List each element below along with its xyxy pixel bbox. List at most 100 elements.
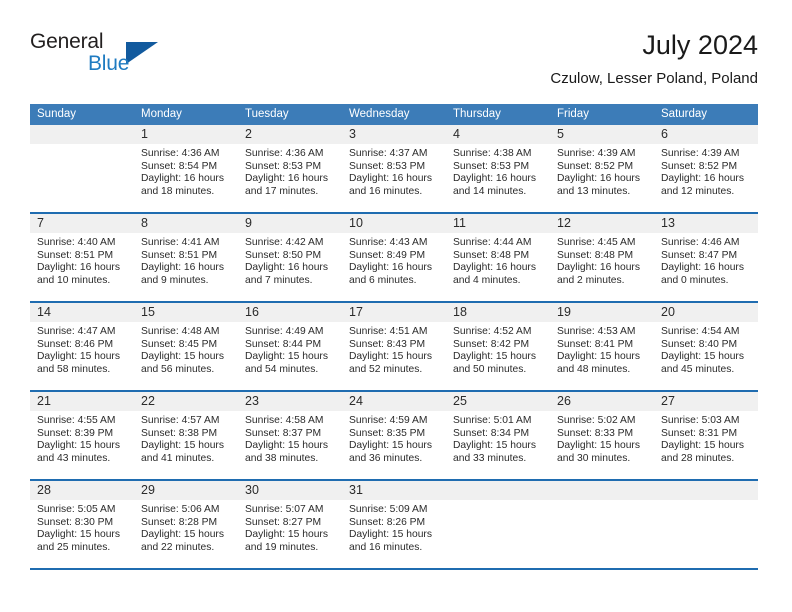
day-cell-12[interactable]: 12 Sunrise: 4:45 AM Sunset: 8:48 PM Dayligh… [550, 214, 654, 301]
day-number-band: 23 [238, 392, 342, 411]
day-details: Sunrise: 4:41 AM Sunset: 8:51 PM Daylight:… [134, 233, 238, 287]
day-number-band: 16 [238, 303, 342, 322]
day-number: 14 [37, 305, 51, 319]
day-number-band: 13 [654, 214, 758, 233]
day-cell-8[interactable]: 8 Sunrise: 4:41 AM Sunset: 8:51 PM Daylight… [134, 214, 238, 301]
day-number-band: 1 [134, 125, 238, 144]
day-cell-18[interactable]: 18 Sunrise: 4:52 AM Sunset: 8:42 PM Dayligh… [446, 303, 550, 390]
day-details: Sunrise: 4:52 AM Sunset: 8:42 PM Daylight:… [446, 322, 550, 376]
day-detail-line: Sunset: 8:30 PM [37, 516, 114, 528]
day-cell-9[interactable]: 9 Sunrise: 4:42 AM Sunset: 8:50 PM Daylight… [238, 214, 342, 301]
day-cell-20[interactable]: 20 Sunrise: 4:54 AM Sunset: 8:40 PM Dayligh… [654, 303, 758, 390]
day-detail-line: Daylight: 15 hours [557, 440, 640, 452]
day-detail-line: Daylight: 15 hours [141, 351, 224, 363]
day-detail-line: and 38 minutes. [245, 452, 319, 464]
day-detail-line: Daylight: 15 hours [349, 440, 432, 452]
day-number: 1 [141, 127, 148, 141]
day-detail-line: Daylight: 15 hours [453, 351, 536, 363]
day-number: 9 [245, 216, 252, 230]
day-number: 20 [661, 305, 675, 319]
week-row: 1 Sunrise: 4:36 AM Sunset: 8:54 PM Daylight… [30, 125, 758, 214]
day-cell-23[interactable]: 23 Sunrise: 4:58 AM Sunset: 8:37 PM Dayligh… [238, 392, 342, 479]
day-detail-line: Sunrise: 4:40 AM [37, 237, 116, 248]
day-cell-27[interactable]: 27 Sunrise: 5:03 AM Sunset: 8:31 PM Dayligh… [654, 392, 758, 479]
day-cell-5[interactable]: 5 Sunrise: 4:39 AM Sunset: 8:52 PM Daylight… [550, 125, 654, 212]
day-cell-13[interactable]: 13 Sunrise: 4:46 AM Sunset: 8:47 PM Dayligh… [654, 214, 758, 301]
day-cell-3[interactable]: 3 Sunrise: 4:37 AM Sunset: 8:53 PM Daylight… [342, 125, 446, 212]
day-detail-line: Sunrise: 4:42 AM [245, 237, 324, 248]
day-detail-line: and 33 minutes. [453, 452, 527, 464]
day-cell-16[interactable]: 16 Sunrise: 4:49 AM Sunset: 8:44 PM Dayligh… [238, 303, 342, 390]
day-number-band [446, 481, 550, 500]
weekday-header-thursday: Thursday [453, 108, 501, 120]
day-details: Sunrise: 4:46 AM Sunset: 8:47 PM Daylight:… [654, 233, 758, 287]
day-cell-24[interactable]: 24 Sunrise: 4:59 AM Sunset: 8:35 PM Dayligh… [342, 392, 446, 479]
day-cell-30[interactable]: 30 Sunrise: 5:07 AM Sunset: 8:27 PM Dayligh… [238, 481, 342, 568]
day-cell-28[interactable]: 28 Sunrise: 5:05 AM Sunset: 8:30 PM Dayligh… [30, 481, 134, 568]
day-details: Sunrise: 5:05 AM Sunset: 8:30 PM Daylight:… [30, 500, 134, 554]
day-detail-line: Sunset: 8:26 PM [349, 516, 426, 528]
day-cell-14[interactable]: 14 Sunrise: 4:47 AM Sunset: 8:46 PM Dayligh… [30, 303, 134, 390]
general-blue-logo[interactable]: General Blue [30, 30, 165, 82]
day-detail-line: and 45 minutes. [661, 363, 735, 375]
day-cell-11[interactable]: 11 Sunrise: 4:44 AM Sunset: 8:48 PM Dayligh… [446, 214, 550, 301]
day-number-band: 18 [446, 303, 550, 322]
day-detail-line: Sunset: 8:47 PM [661, 249, 738, 261]
day-detail-line: Sunset: 8:38 PM [141, 427, 218, 439]
day-detail-line: Sunrise: 4:45 AM [557, 237, 636, 248]
day-detail-line: Sunset: 8:35 PM [349, 427, 426, 439]
day-detail-line: Sunset: 8:40 PM [661, 338, 738, 350]
day-cell-19[interactable]: 19 Sunrise: 4:53 AM Sunset: 8:41 PM Dayligh… [550, 303, 654, 390]
day-details: Sunrise: 4:51 AM Sunset: 8:43 PM Daylight:… [342, 322, 446, 376]
day-cell-2[interactable]: 2 Sunrise: 4:36 AM Sunset: 8:53 PM Daylight… [238, 125, 342, 212]
day-number: 7 [37, 216, 44, 230]
day-detail-line: Sunset: 8:46 PM [37, 338, 114, 350]
day-number: 28 [37, 483, 51, 497]
day-detail-line: Sunrise: 4:48 AM [141, 326, 220, 337]
day-cell-22[interactable]: 22 Sunrise: 4:57 AM Sunset: 8:38 PM Dayligh… [134, 392, 238, 479]
day-cell-25[interactable]: 25 Sunrise: 5:01 AM Sunset: 8:34 PM Dayligh… [446, 392, 550, 479]
day-cell-1[interactable]: 1 Sunrise: 4:36 AM Sunset: 8:54 PM Daylight… [134, 125, 238, 212]
day-details: Sunrise: 4:36 AM Sunset: 8:54 PM Daylight:… [134, 144, 238, 198]
day-cell-17[interactable]: 17 Sunrise: 4:51 AM Sunset: 8:43 PM Dayligh… [342, 303, 446, 390]
week-row: 28 Sunrise: 5:05 AM Sunset: 8:30 PM Dayligh… [30, 481, 758, 570]
day-detail-line: Daylight: 16 hours [661, 262, 744, 274]
day-detail-line: and 17 minutes. [245, 185, 319, 197]
day-details [550, 500, 654, 504]
day-number-band: 19 [550, 303, 654, 322]
day-detail-line: Sunrise: 5:09 AM [349, 504, 428, 515]
day-detail-line: Sunset: 8:31 PM [661, 427, 738, 439]
day-cell-10[interactable]: 10 Sunrise: 4:43 AM Sunset: 8:49 PM Dayligh… [342, 214, 446, 301]
day-detail-line: Sunset: 8:51 PM [37, 249, 114, 261]
day-detail-line: and 12 minutes. [661, 185, 735, 197]
day-detail-line: Sunset: 8:49 PM [349, 249, 426, 261]
day-cell-7[interactable]: 7 Sunrise: 4:40 AM Sunset: 8:51 PM Daylight… [30, 214, 134, 301]
day-detail-line: and 7 minutes. [245, 274, 313, 286]
day-details: Sunrise: 4:58 AM Sunset: 8:37 PM Daylight:… [238, 411, 342, 465]
day-number-band [654, 481, 758, 500]
day-cell-21[interactable]: 21 Sunrise: 4:55 AM Sunset: 8:39 PM Dayligh… [30, 392, 134, 479]
day-details: Sunrise: 4:53 AM Sunset: 8:41 PM Daylight:… [550, 322, 654, 376]
day-number-band: 24 [342, 392, 446, 411]
day-number-band: 12 [550, 214, 654, 233]
day-number: 22 [141, 394, 155, 408]
day-cell-15[interactable]: 15 Sunrise: 4:48 AM Sunset: 8:45 PM Dayligh… [134, 303, 238, 390]
day-number: 13 [661, 216, 675, 230]
day-detail-line: Daylight: 15 hours [453, 440, 536, 452]
day-cell-empty [30, 125, 134, 212]
day-detail-line: Daylight: 15 hours [37, 529, 120, 541]
day-cell-31[interactable]: 31 Sunrise: 5:09 AM Sunset: 8:26 PM Dayligh… [342, 481, 446, 568]
day-cell-6[interactable]: 6 Sunrise: 4:39 AM Sunset: 8:52 PM Daylight… [654, 125, 758, 212]
day-detail-line: Sunrise: 4:43 AM [349, 237, 428, 248]
day-cell-4[interactable]: 4 Sunrise: 4:38 AM Sunset: 8:53 PM Daylight… [446, 125, 550, 212]
day-details: Sunrise: 4:40 AM Sunset: 8:51 PM Daylight:… [30, 233, 134, 287]
day-detail-line: Sunrise: 5:03 AM [661, 415, 740, 426]
day-cell-26[interactable]: 26 Sunrise: 5:02 AM Sunset: 8:33 PM Dayligh… [550, 392, 654, 479]
day-detail-line: and 14 minutes. [453, 185, 527, 197]
day-cell-29[interactable]: 29 Sunrise: 5:06 AM Sunset: 8:28 PM Dayligh… [134, 481, 238, 568]
day-number-band: 30 [238, 481, 342, 500]
day-detail-line: Daylight: 16 hours [661, 173, 744, 185]
day-number-band: 22 [134, 392, 238, 411]
day-detail-line: Sunrise: 4:46 AM [661, 237, 740, 248]
day-detail-line: Daylight: 16 hours [349, 173, 432, 185]
